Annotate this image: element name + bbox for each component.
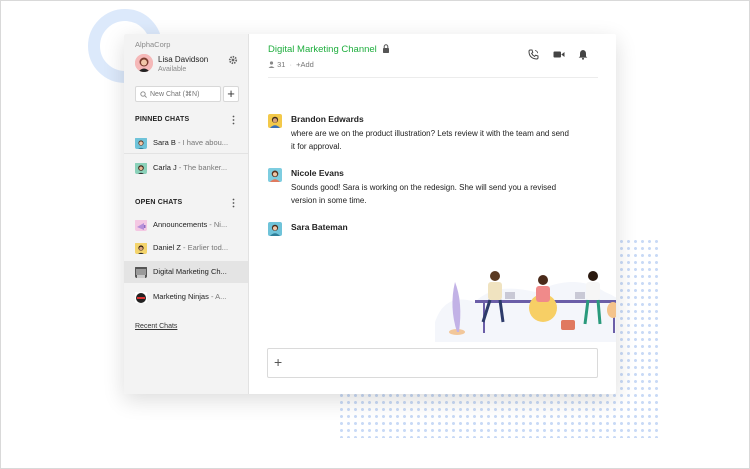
message-text: Sounds good! Sara is working on the rede… <box>291 183 557 205</box>
sara-b-avatar <box>135 137 147 149</box>
sidebar: AlphaCorp Lisa Davidson Available + PINN… <box>124 34 249 394</box>
digital-marketing-avatar <box>135 266 147 278</box>
pinned-chat-carla-j[interactable]: Carla J - The banker... <box>124 157 248 179</box>
new-chat-input[interactable] <box>150 88 218 100</box>
sara-avatar[interactable] <box>268 222 282 236</box>
open-more-icon[interactable] <box>232 198 235 208</box>
attach-plus-icon[interactable]: + <box>274 354 282 370</box>
add-member-link[interactable]: +Add <box>296 60 314 69</box>
marketing-ninjas-avatar <box>135 291 147 303</box>
announcements-avatar <box>135 219 147 231</box>
search-icon <box>140 91 147 98</box>
message-composer[interactable]: + <box>267 348 598 378</box>
gear-icon[interactable] <box>228 55 238 65</box>
bell-icon[interactable] <box>578 49 588 60</box>
team-meeting-illustration <box>435 271 616 342</box>
phone-icon[interactable] <box>528 49 539 60</box>
member-count: 31 <box>277 60 286 69</box>
open-chat-daniel-z[interactable]: Daniel Z - Earlier tod... <box>124 237 248 259</box>
recent-chats-link[interactable]: Recent Chats <box>135 323 177 330</box>
user-avatar[interactable] <box>135 54 153 72</box>
message-text: where are we on the product illustration… <box>291 129 569 151</box>
open-chats-title: OPEN CHATS <box>135 199 183 206</box>
nicole-avatar[interactable] <box>268 168 282 182</box>
chat-app-window: AlphaCorp Lisa Davidson Available + PINN… <box>124 34 616 394</box>
message-input[interactable] <box>292 355 588 371</box>
daniel-z-avatar <box>135 242 147 254</box>
open-chat-digital-marketing[interactable]: Digital Marketing Ch... <box>124 261 248 283</box>
header-divider <box>268 77 598 78</box>
pinned-chats-title: PINNED CHATS <box>135 116 190 123</box>
open-chat-announcements[interactable]: Announcements - Ni... <box>124 214 248 236</box>
org-name: AlphaCorp <box>135 40 171 49</box>
brandon-avatar[interactable] <box>268 114 282 128</box>
member-info: 31 · +Add <box>268 60 314 69</box>
sender-name: Sara Bateman <box>291 222 348 232</box>
user-avatar-image <box>135 54 153 72</box>
carla-j-avatar <box>135 162 147 174</box>
user-name: Lisa Davidson <box>158 55 209 64</box>
pinned-more-icon[interactable] <box>232 115 235 125</box>
new-chat-search[interactable] <box>135 86 221 102</box>
open-chat-marketing-ninjas[interactable]: Marketing Ninjas - A... <box>124 286 248 308</box>
pinned-chat-sara-b[interactable]: Sara B - I have abou... <box>124 132 248 154</box>
channel-title: Digital Marketing Channel <box>268 44 377 55</box>
user-status: Available <box>158 66 187 73</box>
sender-name: Nicole Evans <box>291 168 344 178</box>
video-icon[interactable] <box>553 49 565 60</box>
members-icon <box>268 60 275 68</box>
chat-main: Digital Marketing Channel 31 · +Add Bran… <box>249 34 616 394</box>
sender-name: Brandon Edwards <box>291 114 364 124</box>
add-chat-button[interactable]: + <box>223 86 239 102</box>
lock-icon <box>383 44 389 53</box>
